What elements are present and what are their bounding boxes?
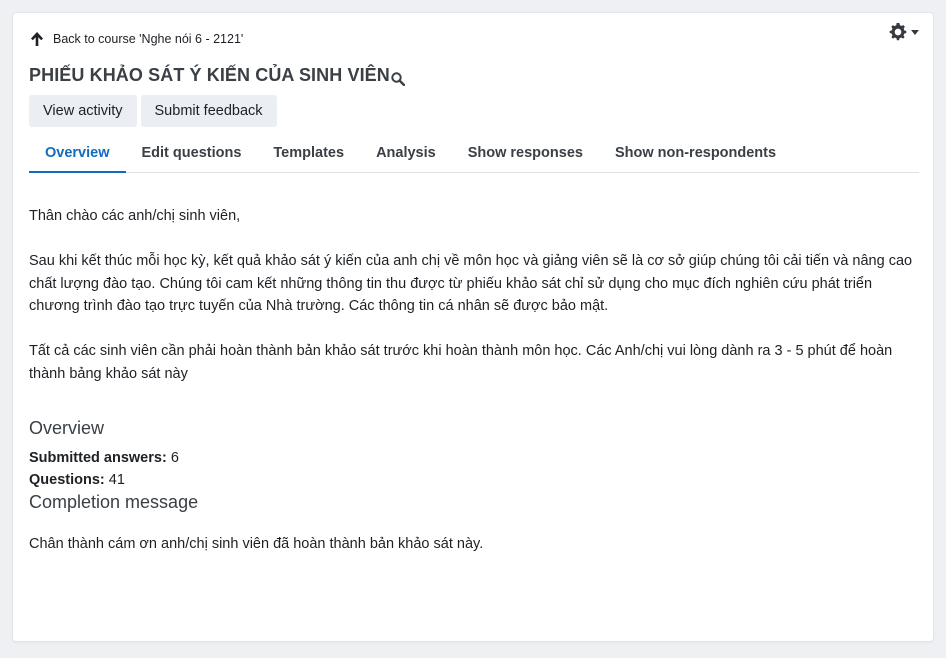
secondary-nav-tabs: Overview Edit questions Templates Analys… <box>29 135 919 173</box>
intro-greeting: Thân chào các anh/chị sinh viên, <box>29 208 241 224</box>
submitted-answers-stat: Submitted answers: 6 <box>29 447 919 469</box>
submit-feedback-button[interactable]: Submit feedback <box>140 95 277 127</box>
intro-paragraph-1: Sau khi kết thúc mỗi học kỳ, kết quả khả… <box>29 253 913 314</box>
tab-analysis[interactable]: Analysis <box>360 135 452 173</box>
action-buttons: View activity Submit feedback <box>29 95 277 127</box>
back-link-label[interactable]: Back to course 'Nghe nói 6 - 2121' <box>53 32 243 46</box>
view-activity-button[interactable]: View activity <box>29 95 137 127</box>
tab-show-non-respondents[interactable]: Show non-respondents <box>599 135 792 173</box>
intro-paragraph-2: Tất cả các sinh viên cần phải hoàn thành… <box>29 343 893 382</box>
settings-menu-toggle[interactable] <box>889 23 919 41</box>
arrow-up-icon <box>29 31 45 47</box>
chevron-down-icon <box>911 29 919 35</box>
questions-stat: Questions: 41 <box>29 469 919 491</box>
questions-value: 41 <box>108 472 125 488</box>
overview-content: Thân chào các anh/chị sinh viên, Sau khi… <box>29 205 919 556</box>
completion-message-text: Chân thành cám ơn anh/chị sinh viên đã h… <box>29 536 484 552</box>
gear-icon <box>889 23 907 41</box>
tab-show-responses[interactable]: Show responses <box>452 135 599 173</box>
page-title-text: PHIẾU KHẢO SÁT Ý KIẾN CỦA SINH VIÊN <box>29 65 390 85</box>
submitted-answers-label: Submitted answers: <box>29 450 167 466</box>
search-icon <box>391 70 406 87</box>
submitted-answers-value: 6 <box>170 450 179 466</box>
main-card: Back to course 'Nghe nói 6 - 2121' PHIẾU… <box>12 12 934 642</box>
tab-templates[interactable]: Templates <box>257 135 360 173</box>
completion-message-heading: Completion message <box>29 492 199 512</box>
tab-overview[interactable]: Overview <box>29 135 126 173</box>
tab-edit-questions[interactable]: Edit questions <box>126 135 258 173</box>
back-to-course-link[interactable]: Back to course 'Nghe nói 6 - 2121' <box>29 31 243 47</box>
page-title: PHIẾU KHẢO SÁT Ý KIẾN CỦA SINH VIÊN <box>29 65 406 87</box>
overview-heading: Overview <box>29 418 105 438</box>
questions-label: Questions: <box>29 472 105 488</box>
